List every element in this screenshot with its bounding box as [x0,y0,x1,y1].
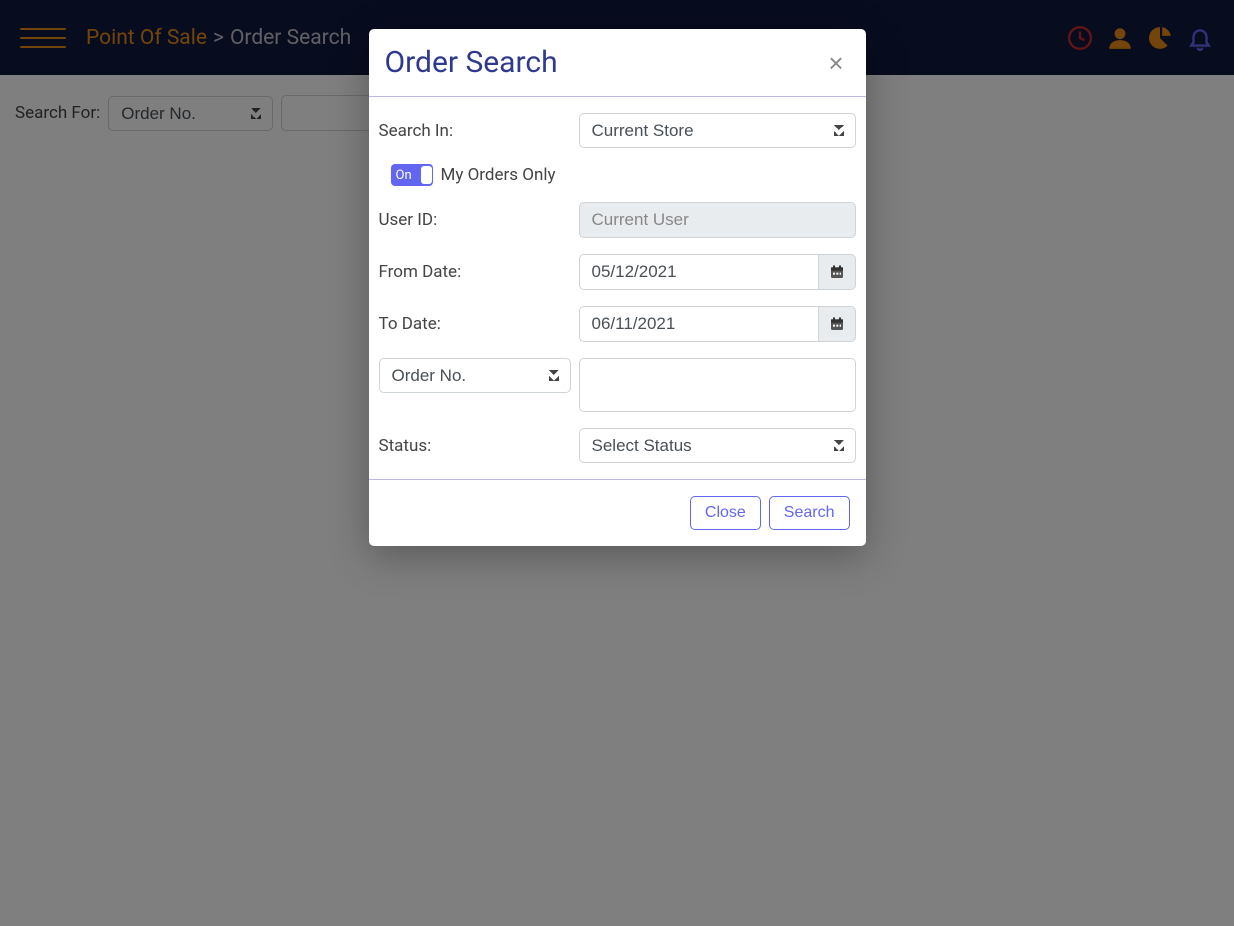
to-date-calendar-icon[interactable] [818,306,856,342]
from-date-input[interactable] [579,254,818,290]
modal-footer: Close Search [369,479,866,546]
modal-title: Order Search [385,45,558,80]
close-button[interactable]: Close [690,496,761,530]
order-field-input[interactable] [579,358,856,412]
modal-overlay: Order Search × Search In: Current Store … [0,0,1234,926]
status-label: Status: [379,436,579,456]
toggle-on-label: On [392,168,416,183]
search-in-label: Search In: [379,121,579,141]
modal-body: Search In: Current Store On My Orders On… [369,97,866,479]
to-date-input[interactable] [579,306,818,342]
search-button[interactable]: Search [769,496,850,530]
from-date-label: From Date: [379,262,579,282]
toggle-knob [421,166,432,184]
my-orders-only-label: My Orders Only [441,165,556,185]
status-select[interactable]: Select Status [579,428,856,463]
order-field-select[interactable]: Order No. [379,358,571,393]
order-search-modal: Order Search × Search In: Current Store … [369,29,866,546]
to-date-label: To Date: [379,314,579,334]
close-icon[interactable]: × [822,50,849,76]
search-in-select[interactable]: Current Store [579,113,856,148]
user-id-field [579,202,856,238]
from-date-calendar-icon[interactable] [818,254,856,290]
user-id-label: User ID: [379,210,579,230]
modal-header: Order Search × [369,29,866,97]
my-orders-only-toggle[interactable]: On [391,164,433,186]
